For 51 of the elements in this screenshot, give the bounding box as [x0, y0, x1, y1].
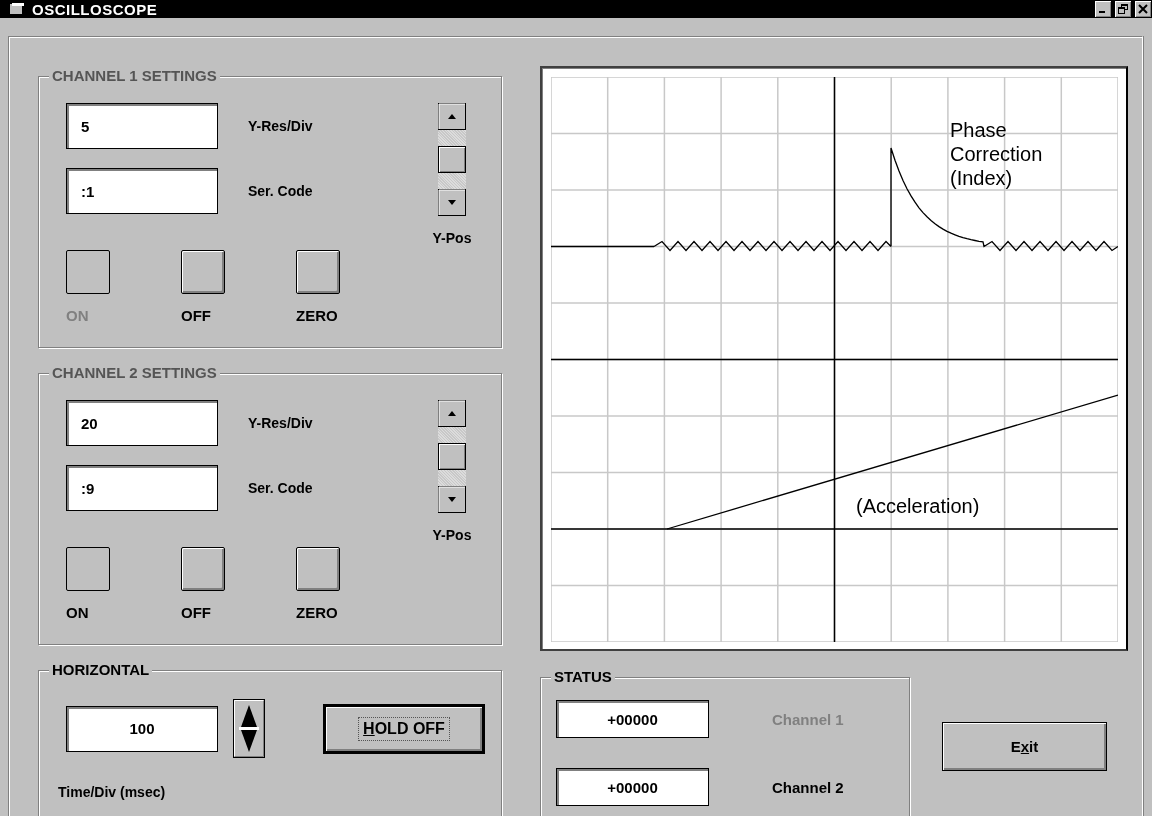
input-field[interactable]: :9	[66, 465, 218, 511]
spin-button-icon[interactable]	[233, 699, 265, 758]
toggle-button[interactable]	[181, 547, 225, 591]
group-title: STATUS	[551, 669, 615, 685]
scroll-up-icon[interactable]	[438, 103, 466, 130]
button-label: OFF	[181, 306, 211, 326]
toggle-button[interactable]	[66, 547, 110, 591]
window-icon	[10, 3, 24, 15]
readout-label: Channel 2	[772, 778, 844, 796]
scrollbar-label: Y-Pos	[432, 527, 472, 543]
button-label: ON	[66, 306, 89, 326]
scroll-thumb[interactable]	[438, 146, 466, 173]
toggle-button[interactable]	[296, 250, 340, 294]
close-icon	[1138, 4, 1148, 14]
button-label: ON	[66, 603, 89, 623]
group-title: HORIZONTAL	[49, 662, 153, 678]
vertical-scrollbar[interactable]	[438, 400, 466, 513]
field-label: Y-Res/Div	[248, 118, 313, 134]
readout-value: +00000	[556, 768, 709, 806]
minimize-button[interactable]	[1094, 0, 1112, 18]
toggle-button[interactable]	[296, 547, 340, 591]
scroll-up-icon[interactable]	[438, 400, 466, 427]
scroll-down-icon[interactable]	[438, 486, 466, 513]
input-field[interactable]: :1	[66, 168, 218, 214]
window-title: OSCILLOSCOPE	[32, 0, 158, 18]
toggle-button[interactable]	[181, 250, 225, 294]
button-label: OFF	[181, 603, 211, 623]
readout-label: Channel 1	[772, 710, 844, 728]
hold-off-button[interactable]: HOLD OFF	[323, 703, 485, 754]
vertical-scrollbar[interactable]	[438, 103, 466, 216]
restore-button[interactable]	[1114, 0, 1132, 18]
scrollbar-label: Y-Pos	[432, 230, 472, 246]
input-field[interactable]: 100	[66, 705, 218, 752]
scroll-down-icon[interactable]	[438, 189, 466, 216]
trace-label: Phase Correction (Index)	[950, 118, 1044, 190]
field-caption: Time/Div (msec)	[58, 784, 167, 800]
input-field[interactable]: 5	[66, 103, 218, 149]
trace-label: (Acceleration)	[856, 494, 980, 518]
close-button[interactable]	[1134, 0, 1152, 18]
button-label: ZERO	[296, 306, 338, 326]
button-label: ZERO	[296, 603, 338, 623]
readout-value: +00000	[556, 700, 709, 738]
restore-icon	[1118, 4, 1128, 14]
field-label: Ser. Code	[248, 480, 313, 496]
field-label: Y-Res/Div	[248, 415, 313, 431]
field-label: Ser. Code	[248, 183, 313, 199]
scroll-thumb[interactable]	[438, 443, 466, 470]
input-field[interactable]: 20	[66, 400, 218, 446]
group-title: CHANNEL 1 SETTINGS	[49, 68, 220, 84]
exit-button[interactable]: Exit	[942, 722, 1107, 771]
group-title: CHANNEL 2 SETTINGS	[49, 365, 220, 381]
